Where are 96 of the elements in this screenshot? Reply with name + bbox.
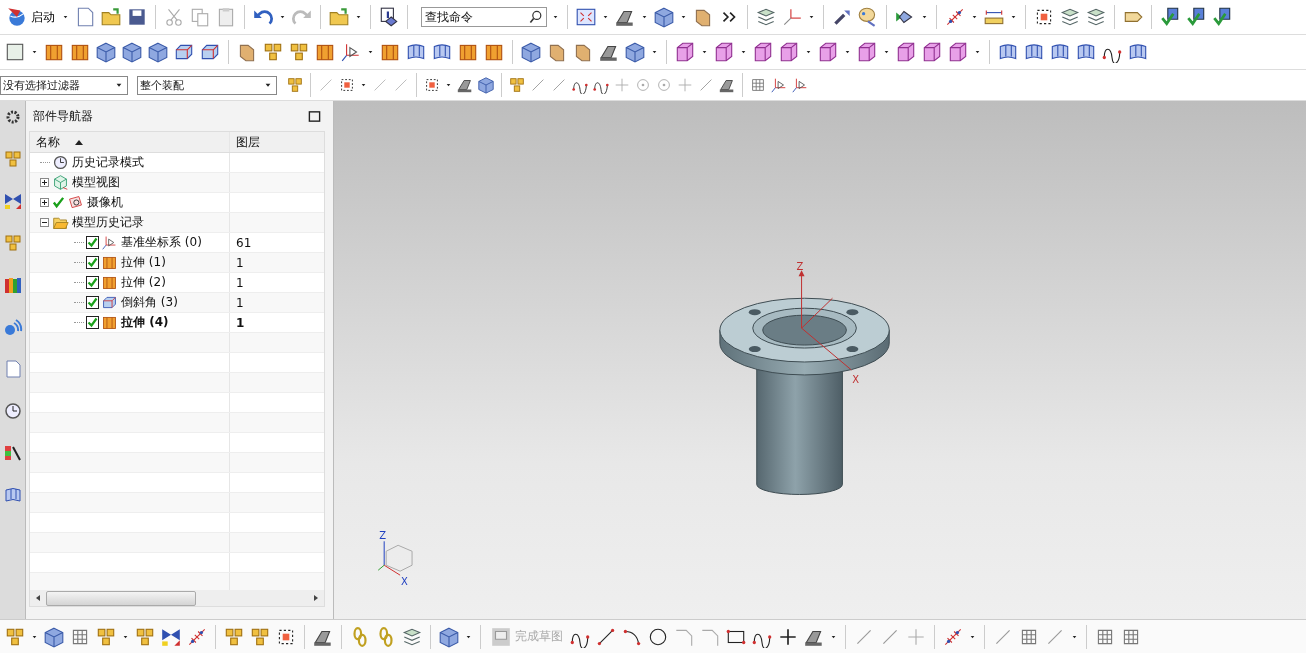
square-icon[interactable] (4, 41, 26, 63)
cubes-icon[interactable] (262, 41, 284, 63)
mirror-icon[interactable] (2, 191, 23, 211)
cube-icon[interactable] (624, 41, 646, 63)
tree-item[interactable]: 历史记录模式 (71, 154, 144, 171)
dimension-icon[interactable] (944, 6, 966, 28)
view-triad-drawing (377, 540, 413, 576)
fit-view-icon[interactable] (575, 6, 597, 28)
search-icon[interactable] (528, 9, 544, 25)
start-button[interactable]: 启动 (4, 6, 57, 28)
search-field[interactable]: 查找命令 (421, 7, 547, 27)
checkbox[interactable] (86, 256, 99, 269)
folder-icon[interactable] (328, 6, 350, 28)
checked-cube-icon[interactable] (1185, 6, 1207, 28)
box-icon[interactable] (895, 41, 917, 63)
coordinate-icon[interactable] (791, 76, 809, 94)
cube-icon[interactable] (477, 76, 495, 94)
flange-part-drawing[interactable] (719, 297, 890, 495)
layer-cell: 1 (236, 295, 244, 310)
box-icon[interactable] (921, 41, 943, 63)
checkbox[interactable] (86, 276, 99, 289)
cube-icon[interactable] (43, 625, 65, 648)
clock-icon[interactable] (2, 401, 23, 421)
layers-icon[interactable] (1085, 6, 1107, 28)
checked-cube-icon[interactable] (1159, 6, 1181, 28)
clock-icon (52, 154, 69, 171)
layers-icon[interactable] (755, 6, 777, 28)
box-icon[interactable] (674, 41, 696, 63)
expand-toggle[interactable] (40, 198, 50, 207)
cube-icon[interactable] (95, 41, 117, 63)
cubes-icon[interactable] (288, 41, 310, 63)
tree-item[interactable]: 拉伸 (2) (120, 274, 166, 291)
grid-icon[interactable] (749, 76, 767, 94)
scroll-thumb[interactable] (46, 590, 196, 606)
coordinate-icon (101, 234, 118, 251)
expand-toggle[interactable] (40, 178, 50, 187)
scroll-right-icon[interactable] (312, 594, 320, 602)
selection-box-icon[interactable] (338, 76, 356, 94)
box-icon[interactable] (817, 41, 839, 63)
check-mark-icon[interactable] (52, 196, 65, 209)
cube-icon[interactable] (438, 625, 460, 648)
tree-item[interactable]: 摄像机 (86, 194, 123, 211)
tree-item[interactable]: 拉伸 (1) (120, 254, 166, 271)
scroll-left-icon[interactable] (34, 594, 42, 602)
checkbox[interactable] (86, 236, 99, 249)
selection-box-icon[interactable] (423, 76, 441, 94)
folder-icon[interactable] (100, 6, 122, 28)
box-icon[interactable] (947, 41, 969, 63)
axis-label: X (401, 576, 408, 588)
box-icon[interactable] (856, 41, 878, 63)
axis-label: Z (379, 530, 387, 542)
layer-cell: 1 (236, 315, 245, 330)
camera-icon (67, 194, 84, 211)
cube-icon[interactable] (121, 41, 143, 63)
coordinate-icon[interactable] (340, 41, 362, 63)
checkbox[interactable] (86, 296, 99, 309)
graphics-viewport[interactable]: Z X Z X (334, 101, 1306, 619)
axis-label: X (852, 373, 860, 385)
column-header[interactable]: 图层 (230, 132, 324, 152)
cube-icon (52, 174, 69, 191)
tree-item[interactable]: 倒斜角 (3) (120, 294, 178, 311)
coordinate-icon[interactable] (770, 76, 788, 94)
block-icon (101, 274, 118, 291)
block-icon (101, 254, 118, 271)
cubes-icon[interactable] (508, 76, 526, 94)
globe-icon (6, 6, 28, 28)
cube-icon[interactable] (653, 6, 675, 28)
cube-icon[interactable] (520, 41, 542, 63)
maximize-icon[interactable] (308, 109, 321, 123)
layer-cell: 1 (236, 275, 244, 290)
layer-cell: 61 (236, 235, 252, 250)
cube-icon[interactable] (147, 41, 169, 63)
expand-toggle[interactable] (40, 218, 50, 227)
layer-cell: 1 (236, 255, 244, 270)
surface-icon[interactable] (2, 485, 23, 505)
spectrum-icon[interactable] (2, 443, 23, 463)
tree-item[interactable]: 模型视图 (71, 174, 120, 191)
checkbox[interactable] (86, 316, 99, 329)
tree-item[interactable]: 基准坐标系 (0) (120, 234, 202, 251)
books-icon[interactable] (2, 275, 23, 295)
panel-title: 部件导航器 (33, 107, 93, 125)
checked-cube-icon[interactable] (1211, 6, 1233, 28)
layers-icon[interactable] (1059, 6, 1081, 28)
column-header[interactable]: 名称 (30, 132, 230, 152)
scope-dropdown[interactable]: 整个装配 (137, 75, 277, 95)
box-icon[interactable] (713, 41, 735, 63)
horizontal-scrollbar[interactable] (30, 590, 324, 606)
filter-dropdown[interactable]: 没有选择过滤器 (0, 75, 128, 95)
tree-item[interactable]: 拉伸 (4) (120, 314, 169, 331)
cubes-icon[interactable] (286, 76, 304, 94)
axis-label: Z (796, 261, 804, 273)
save-icon[interactable] (126, 6, 148, 28)
box-icon[interactable] (752, 41, 774, 63)
chamfer-icon (101, 294, 118, 311)
box-icon[interactable] (778, 41, 800, 63)
block-icon (101, 314, 118, 331)
